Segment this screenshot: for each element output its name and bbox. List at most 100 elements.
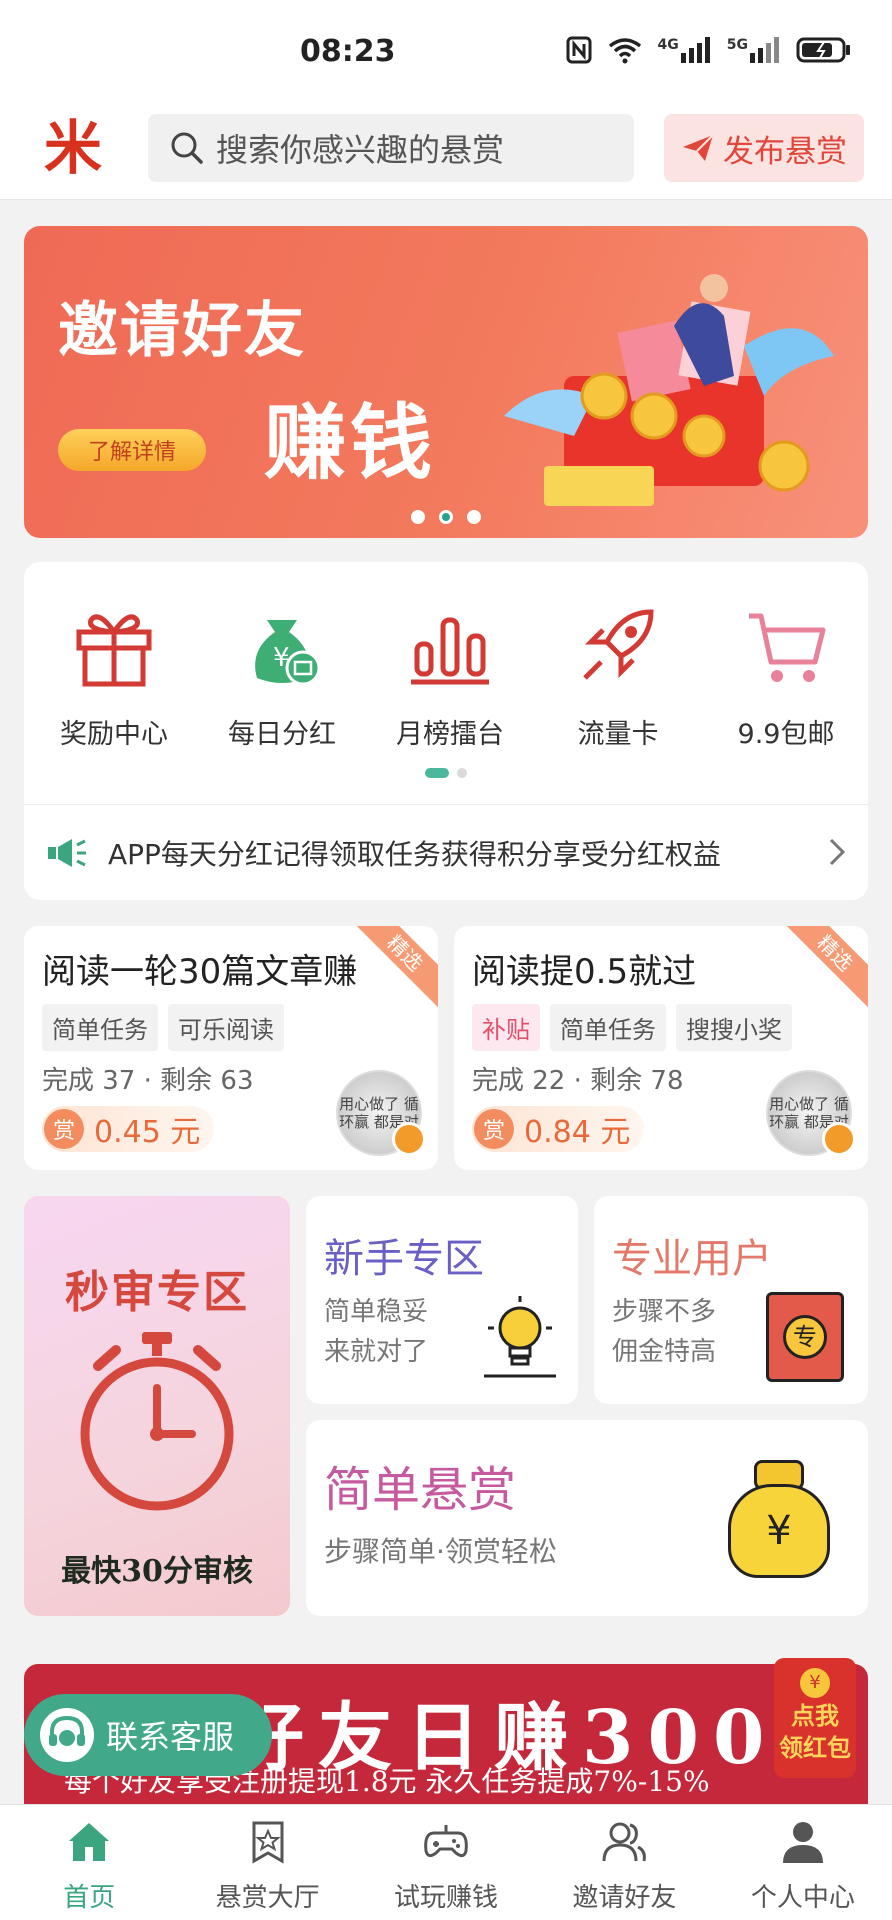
- tab-label: 邀请好友: [572, 1883, 677, 1913]
- zone-subtitle: 最快30分审核: [61, 1554, 253, 1589]
- newbie-zone[interactable]: 新手专区 简单稳妥 来就对了: [306, 1196, 578, 1404]
- home-icon: [69, 1823, 110, 1861]
- reward-amount: 0.45 元: [94, 1115, 201, 1150]
- task-card[interactable]: 精选 阅读提0.5就过 补贴 简单任务 搜搜小奖 完成 22 · 剩余 78 赏…: [454, 926, 868, 1170]
- users-icon: [602, 1822, 647, 1862]
- publish-bounty-button[interactable]: 发布悬赏: [664, 114, 864, 182]
- task-tags: 简单任务 可乐阅读: [42, 1004, 284, 1051]
- money-bag-icon: ¥: [724, 1454, 834, 1584]
- publish-label: 发布悬赏: [723, 133, 847, 170]
- menu-label: 9.9包邮: [737, 719, 835, 750]
- banner-dot-2[interactable]: [439, 510, 453, 524]
- fast-review-zone[interactable]: 秒审专区 最快30分审核: [24, 1196, 290, 1616]
- gamepad-icon: [424, 1825, 468, 1858]
- rocket-icon: [583, 609, 654, 680]
- notice-text: APP每天分红记得领取任务获得积分享受分红权益: [108, 837, 721, 871]
- redpack-line-1: 点我: [791, 1702, 839, 1730]
- menu-label: 月榜擂台: [396, 719, 504, 750]
- app-logo[interactable]: 米: [44, 112, 104, 184]
- zone-line-2: 佣金特高: [612, 1337, 717, 1367]
- person-icon: [782, 1822, 823, 1863]
- task-tag: 简单任务: [550, 1004, 666, 1051]
- task-title: 阅读一轮30篇文章赚: [42, 952, 358, 992]
- task-reward: 赏 0.45 元: [42, 1106, 214, 1152]
- search-icon: [171, 132, 203, 164]
- task-reward: 赏 0.84 元: [472, 1106, 644, 1152]
- chevron-right-icon: [829, 838, 846, 866]
- task-tags: 补贴 简单任务 搜搜小奖: [472, 1004, 792, 1051]
- status-icons: 4G 5G: [566, 36, 852, 64]
- task-tag: 可乐阅读: [168, 1004, 284, 1051]
- star-bookmark-icon: [252, 1821, 284, 1864]
- tab-invite-friends[interactable]: 邀请好友: [535, 1805, 713, 1920]
- task-tag: 简单任务: [42, 1004, 158, 1051]
- contact-support-button[interactable]: 联系客服: [24, 1694, 272, 1776]
- top-header: 米 搜索你感兴趣的悬赏 发布悬赏: [0, 100, 892, 200]
- nfc-icon: [566, 36, 592, 64]
- cart-icon: [749, 613, 826, 682]
- battery-icon: [796, 37, 850, 63]
- search-bar[interactable]: 搜索你感兴趣的悬赏: [148, 114, 634, 182]
- banner-title: 邀请好友: [58, 296, 306, 366]
- signal-4g-icon: 4G: [658, 37, 711, 63]
- signal-5g-icon: 5G: [727, 37, 780, 63]
- paper-plane-icon: [683, 134, 714, 161]
- lightbulb-icon: [484, 1296, 556, 1378]
- zone-title: 专业用户: [612, 1236, 772, 1282]
- tab-home[interactable]: 首页: [0, 1805, 178, 1920]
- status-time: 08:23: [300, 34, 396, 69]
- crown-icon: [822, 1122, 856, 1156]
- tab-play-earn[interactable]: 试玩赚钱: [357, 1805, 535, 1920]
- zone-title: 简单悬赏: [324, 1462, 517, 1518]
- banner-pagination: [24, 510, 868, 524]
- banner-details-button[interactable]: 了解详情: [58, 429, 206, 471]
- zone-line-2: 来就对了: [324, 1337, 429, 1367]
- menu-item-data-card[interactable]: 流量卡: [534, 602, 702, 751]
- banner-dot-3[interactable]: [467, 510, 481, 524]
- task-card[interactable]: 精选 阅读一轮30篇文章赚 简单任务 可乐阅读 完成 37 · 剩余 63 赏 …: [24, 926, 438, 1170]
- menu-label: 流量卡: [577, 719, 659, 750]
- tab-label: 悬赏大厅: [215, 1883, 320, 1913]
- notice-bar[interactable]: APP每天分红记得领取任务获得积分享受分红权益: [24, 804, 868, 900]
- task-title: 阅读提0.5就过: [472, 952, 697, 992]
- tab-label: 试玩赚钱: [394, 1883, 499, 1913]
- bottom-tab-bar: 首页 悬赏大厅 试玩赚钱 邀请好友 个人中心: [0, 1804, 892, 1920]
- menu-pagination: [24, 768, 868, 778]
- banner-dot-1[interactable]: [411, 510, 425, 524]
- headset-icon: [40, 1708, 94, 1762]
- zone-title: 秒审专区: [65, 1267, 249, 1318]
- gift-icon: [76, 614, 152, 687]
- banner-subtitle: 赚钱: [264, 395, 437, 491]
- search-placeholder: 搜索你感兴趣的悬赏: [216, 131, 505, 169]
- quick-menu-card: 奖励中心 ¥ 每日分红 月榜擂台 流量卡 9.9包邮 APP每天分红记得领取任务…: [24, 562, 868, 900]
- redpack-line-2: 领红包: [779, 1734, 851, 1762]
- tab-label: 个人中心: [750, 1883, 855, 1913]
- zone-subtitle: 步骤简单·领赏轻松: [324, 1535, 557, 1568]
- wifi-icon: [608, 38, 641, 64]
- menu-item-reward-center[interactable]: 奖励中心: [30, 602, 198, 751]
- tab-profile[interactable]: 个人中心: [714, 1805, 892, 1920]
- menu-item-daily-dividend[interactable]: ¥ 每日分红: [198, 602, 366, 751]
- tab-bounty-hall[interactable]: 悬赏大厅: [178, 1805, 356, 1920]
- menu-label: 每日分红: [228, 719, 336, 750]
- menu-item-monthly-leaderboard[interactable]: 月榜擂台: [366, 602, 534, 751]
- reward-badge: 赏: [474, 1109, 514, 1149]
- network-label-4g: 4G: [657, 37, 679, 53]
- menu-item-free-shipping[interactable]: 9.9包邮: [702, 602, 870, 751]
- pro-user-zone[interactable]: 专业用户 步骤不多 佣金特高 专: [594, 1196, 868, 1404]
- gift-money-illustration: [504, 274, 834, 506]
- invite-banner[interactable]: 邀请好友 赚钱 了解详情: [24, 226, 868, 538]
- simple-bounty-zone[interactable]: 简单悬赏 步骤简单·领赏轻松 ¥: [306, 1420, 868, 1616]
- logo-char: 米: [44, 114, 103, 182]
- task-stats: 完成 37 · 剩余 63: [42, 1066, 254, 1096]
- book-char: 专: [783, 1315, 827, 1359]
- menu-page-2[interactable]: [457, 768, 467, 778]
- crown-icon: [392, 1122, 426, 1156]
- status-bar: 08:23 4G 5G: [0, 0, 892, 100]
- reward-badge: 赏: [44, 1109, 84, 1149]
- menu-label: 奖励中心: [60, 719, 168, 750]
- megaphone-icon: [48, 838, 86, 867]
- menu-page-1[interactable]: [425, 768, 449, 778]
- network-label-5g: 5G: [726, 37, 748, 53]
- red-packet-button[interactable]: ¥ 点我 领红包: [774, 1658, 856, 1778]
